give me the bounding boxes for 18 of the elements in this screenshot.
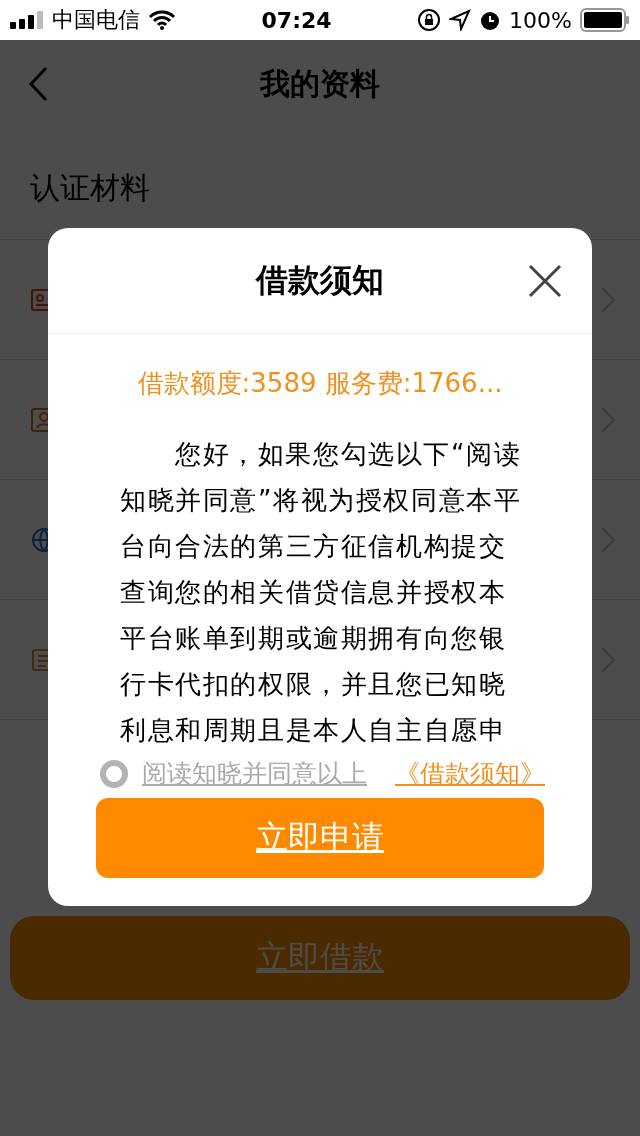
page-title: 我的资料 bbox=[260, 64, 380, 103]
close-icon[interactable] bbox=[528, 264, 562, 298]
location-icon bbox=[449, 9, 472, 31]
alarm-icon bbox=[479, 9, 502, 31]
battery-percent: 100% bbox=[509, 7, 572, 33]
battery-icon bbox=[580, 8, 630, 32]
notice-link[interactable]: 《借款须知》 bbox=[395, 757, 545, 790]
agree-label: 阅读知晓并同意以上 bbox=[142, 758, 367, 790]
carrier-name: 中国电信 bbox=[52, 6, 140, 34]
loan-summary: 借款额度:3589 服务费:1766... bbox=[136, 367, 504, 400]
apply-button[interactable]: 立即申请 bbox=[96, 798, 544, 878]
agree-radio[interactable] bbox=[100, 759, 128, 788]
rotation-lock-icon bbox=[417, 8, 442, 32]
dialog-title: 借款须知 bbox=[256, 259, 384, 301]
wifi-icon bbox=[148, 10, 176, 30]
signal-icon bbox=[10, 11, 44, 29]
notice-text: 您好，如果您勾选以下“阅读知晓并同意”将视为授权同意本平台向合法的第三方征信机构提交查询您的相关借贷信息并授权本平台账单到期或逾期拥有向您银行卡代扣的权限，并且您已知晓利息和周期且是本人自主自愿申 bbox=[119, 438, 523, 747]
status-time: 07:24 bbox=[260, 7, 333, 33]
